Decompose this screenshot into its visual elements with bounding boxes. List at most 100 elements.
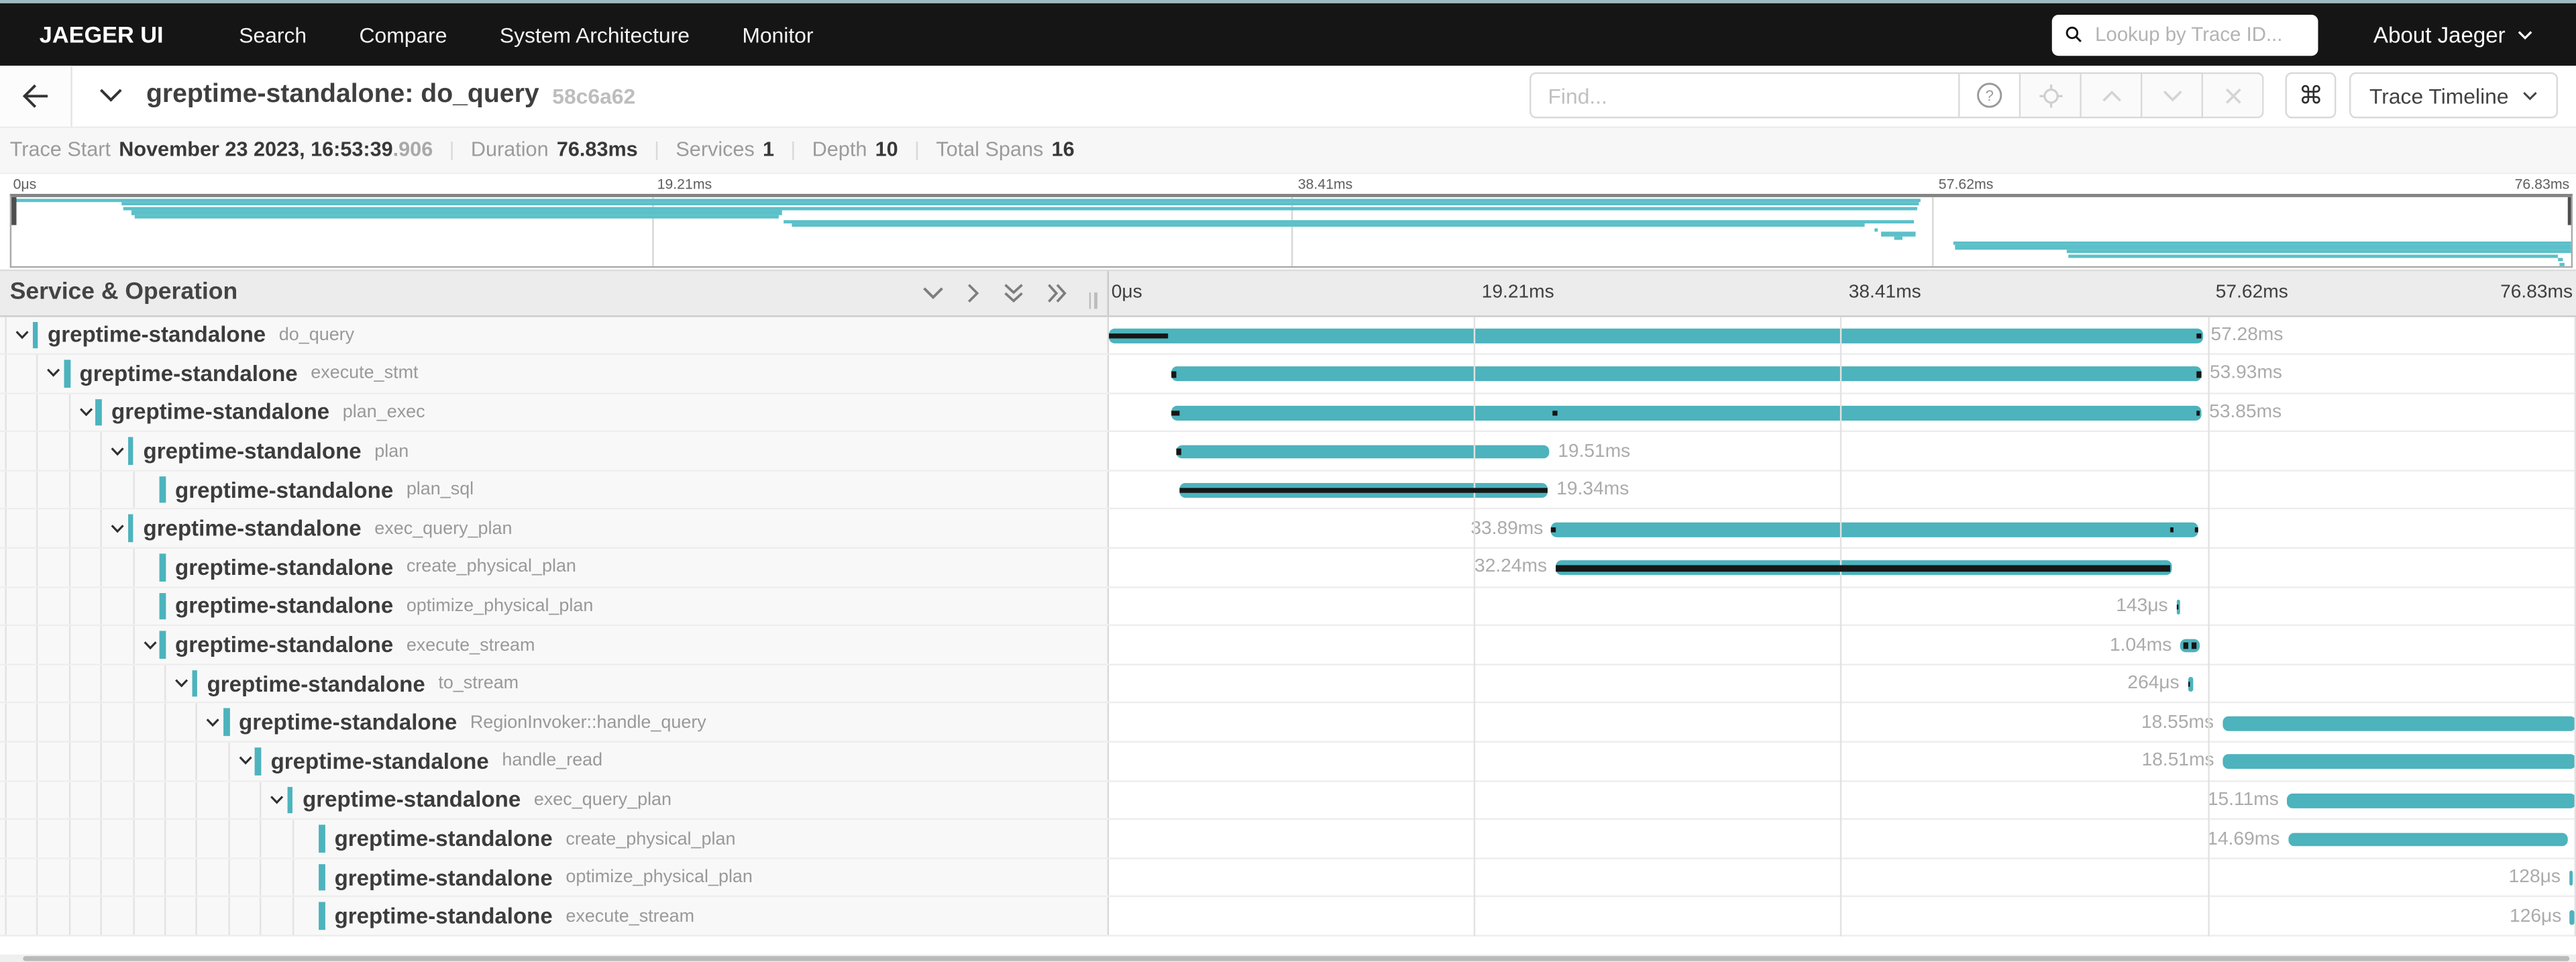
nav-item-monitor[interactable]: Monitor bbox=[742, 22, 813, 47]
span-timeline-cell[interactable]: 1.04ms bbox=[1108, 627, 2576, 663]
span-name-cell[interactable]: greptime-standaloneto_stream bbox=[0, 665, 1108, 702]
span-expand-chevron-icon[interactable] bbox=[78, 407, 93, 417]
span-duration-bar[interactable] bbox=[2570, 910, 2574, 924]
app-logo[interactable]: JAEGER UI bbox=[40, 21, 164, 48]
trace-lookup-box[interactable] bbox=[2051, 14, 2318, 55]
span-timeline-cell[interactable]: 15.11ms bbox=[1108, 782, 2576, 818]
span-timeline-cell[interactable]: 143μs bbox=[1108, 588, 2576, 625]
collapse-trace-chevron[interactable] bbox=[99, 87, 123, 103]
focus-span-button[interactable] bbox=[2021, 72, 2082, 119]
span-timeline-cell[interactable]: 32.24ms bbox=[1108, 549, 2576, 586]
span-timeline-cell[interactable]: 18.55ms bbox=[1108, 704, 2576, 741]
span-duration-bar[interactable] bbox=[2287, 794, 2575, 808]
span-expand-chevron-icon[interactable] bbox=[142, 640, 157, 650]
span-row-exec_query_plan[interactable]: greptime-standaloneexec_query_plan15.11m… bbox=[0, 782, 2576, 820]
find-prev-button[interactable] bbox=[2082, 72, 2143, 119]
indent-guide bbox=[101, 510, 102, 547]
find-clear-button[interactable] bbox=[2204, 72, 2265, 119]
span-duration-bar[interactable] bbox=[2569, 871, 2573, 886]
span-name-cell[interactable]: greptime-standaloneoptimize_physical_pla… bbox=[0, 859, 1108, 896]
span-expand-chevron-icon[interactable] bbox=[111, 446, 125, 456]
span-duration-bar[interactable] bbox=[2288, 833, 2569, 847]
indent-guide bbox=[37, 665, 38, 702]
nav-item-compare[interactable]: Compare bbox=[360, 22, 447, 47]
span-timeline-cell[interactable]: 18.51ms bbox=[1108, 743, 2576, 780]
span-name-cell[interactable]: greptime-standaloneexecute_stream bbox=[0, 898, 1108, 934]
span-duration-bar[interactable] bbox=[2222, 755, 2576, 769]
span-name-cell[interactable]: greptime-standaloneplan bbox=[0, 433, 1108, 470]
span-timeline-cell[interactable]: 57.28ms bbox=[1108, 316, 2576, 353]
span-row-do_query[interactable]: greptime-standalonedo_query57.28ms bbox=[0, 316, 2576, 355]
minimap-right-scrubber[interactable] bbox=[2567, 197, 2571, 225]
span-name-cell[interactable]: greptime-standalonehandle_read bbox=[0, 743, 1108, 780]
find-help-button[interactable]: ? bbox=[1960, 72, 2021, 119]
summary-value: 1 bbox=[763, 138, 774, 161]
span-duration-bar[interactable] bbox=[1172, 406, 2201, 421]
span-name-cell[interactable]: greptime-standalonedo_query bbox=[0, 316, 1108, 353]
trace-view-selector[interactable]: Trace Timeline bbox=[2350, 72, 2558, 119]
span-name-cell[interactable]: greptime-standaloneRegionInvoker::handle… bbox=[0, 704, 1108, 741]
span-expand-chevron-icon[interactable] bbox=[174, 679, 189, 689]
minimap-left-scrubber[interactable] bbox=[11, 197, 15, 225]
span-expand-chevron-icon[interactable] bbox=[206, 718, 221, 728]
span-row-RegionInvoker::handle_query[interactable]: greptime-standaloneRegionInvoker::handle… bbox=[0, 704, 2576, 743]
span-timeline-cell[interactable]: 19.34ms bbox=[1108, 472, 2576, 509]
span-timeline-cell[interactable]: 33.89ms bbox=[1108, 510, 2576, 547]
span-row-exec_query_plan[interactable]: greptime-standaloneexec_query_plan33.89m… bbox=[0, 510, 2576, 549]
keyboard-shortcuts-button[interactable]: ⌘ bbox=[2286, 72, 2337, 119]
find-next-button[interactable] bbox=[2143, 72, 2204, 119]
span-expand-chevron-icon[interactable] bbox=[270, 795, 284, 805]
span-timeline-cell[interactable]: 53.93ms bbox=[1108, 355, 2576, 392]
span-name-cell[interactable]: greptime-standaloneplan_sql bbox=[0, 472, 1108, 509]
span-name-cell[interactable]: greptime-standaloneoptimize_physical_pla… bbox=[0, 588, 1108, 625]
span-row-execute_stream[interactable]: greptime-standaloneexecute_stream1.04ms bbox=[0, 627, 2576, 665]
column-resize-grip[interactable] bbox=[1088, 292, 1096, 308]
about-jaeger-menu[interactable]: About Jaeger bbox=[2373, 22, 2533, 47]
span-duration-bar[interactable] bbox=[1177, 445, 1550, 460]
span-row-optimize_physical_plan[interactable]: greptime-standaloneoptimize_physical_pla… bbox=[0, 859, 2576, 898]
span-expand-chevron-icon[interactable] bbox=[238, 756, 253, 766]
span-name-cell[interactable]: greptime-standaloneexec_query_plan bbox=[0, 510, 1108, 547]
span-timeline-cell[interactable]: 53.85ms bbox=[1108, 394, 2576, 431]
collapse-one-icon[interactable] bbox=[918, 282, 947, 303]
span-duration-bar[interactable] bbox=[1552, 522, 2199, 537]
span-row-execute_stream[interactable]: greptime-standaloneexecute_stream126μs bbox=[0, 898, 2576, 937]
nav-item-search[interactable]: Search bbox=[239, 22, 307, 47]
span-row-optimize_physical_plan[interactable]: greptime-standaloneoptimize_physical_pla… bbox=[0, 588, 2576, 627]
span-row-create_physical_plan[interactable]: greptime-standalonecreate_physical_plan3… bbox=[0, 549, 2576, 588]
span-name-cell[interactable]: greptime-standaloneexecute_stmt bbox=[0, 355, 1108, 392]
span-timeline-cell[interactable]: 126μs bbox=[1108, 898, 2576, 934]
trace-lookup-input[interactable] bbox=[2092, 21, 2304, 48]
span-name-cell[interactable]: greptime-standalonecreate_physical_plan bbox=[0, 820, 1108, 857]
span-expand-chevron-icon[interactable] bbox=[15, 330, 30, 340]
span-duration-bar[interactable] bbox=[1171, 367, 2202, 382]
span-row-plan[interactable]: greptime-standaloneplan19.51ms bbox=[0, 433, 2576, 472]
span-name-cell[interactable]: greptime-standalonecreate_physical_plan bbox=[0, 549, 1108, 586]
span-row-plan_sql[interactable]: greptime-standaloneplan_sql19.34ms bbox=[0, 472, 2576, 511]
span-duration-bar[interactable] bbox=[2222, 716, 2576, 731]
span-timeline-cell[interactable]: 19.51ms bbox=[1108, 433, 2576, 470]
span-row-create_physical_plan[interactable]: greptime-standalonecreate_physical_plan1… bbox=[0, 820, 2576, 859]
span-expand-chevron-icon[interactable] bbox=[47, 369, 62, 379]
minimap-canvas[interactable] bbox=[10, 194, 2573, 267]
span-name-cell[interactable]: greptime-standaloneexecute_stream bbox=[0, 627, 1108, 663]
span-row-plan_exec[interactable]: greptime-standaloneplan_exec53.85ms bbox=[0, 394, 2576, 433]
find-input[interactable] bbox=[1530, 72, 1961, 119]
span-row-to_stream[interactable]: greptime-standaloneto_stream264μs bbox=[0, 665, 2576, 704]
span-name-cell[interactable]: greptime-standaloneplan_exec bbox=[0, 394, 1108, 431]
span-row-handle_read[interactable]: greptime-standalonehandle_read18.51ms bbox=[0, 743, 2576, 782]
span-expand-chevron-icon[interactable] bbox=[111, 524, 125, 534]
span-name-cell[interactable]: greptime-standaloneexec_query_plan bbox=[0, 782, 1108, 818]
span-duration-bar[interactable] bbox=[1108, 329, 2202, 343]
search-icon bbox=[2065, 25, 2082, 44]
expand-one-icon[interactable] bbox=[962, 278, 983, 307]
back-button[interactable] bbox=[0, 66, 72, 125]
collapse-all-icon[interactable] bbox=[998, 278, 1028, 307]
span-timeline-cell[interactable]: 264μs bbox=[1108, 665, 2576, 702]
nav-item-system-architecture[interactable]: System Architecture bbox=[500, 22, 690, 47]
expand-all-icon[interactable] bbox=[1042, 278, 1071, 307]
span-timeline-cell[interactable]: 14.69ms bbox=[1108, 820, 2576, 857]
span-timeline-cell[interactable]: 128μs bbox=[1108, 859, 2576, 896]
span-row-execute_stmt[interactable]: greptime-standaloneexecute_stmt53.93ms bbox=[0, 355, 2576, 394]
horizontal-scrollbar-thumb[interactable] bbox=[23, 955, 2569, 961]
